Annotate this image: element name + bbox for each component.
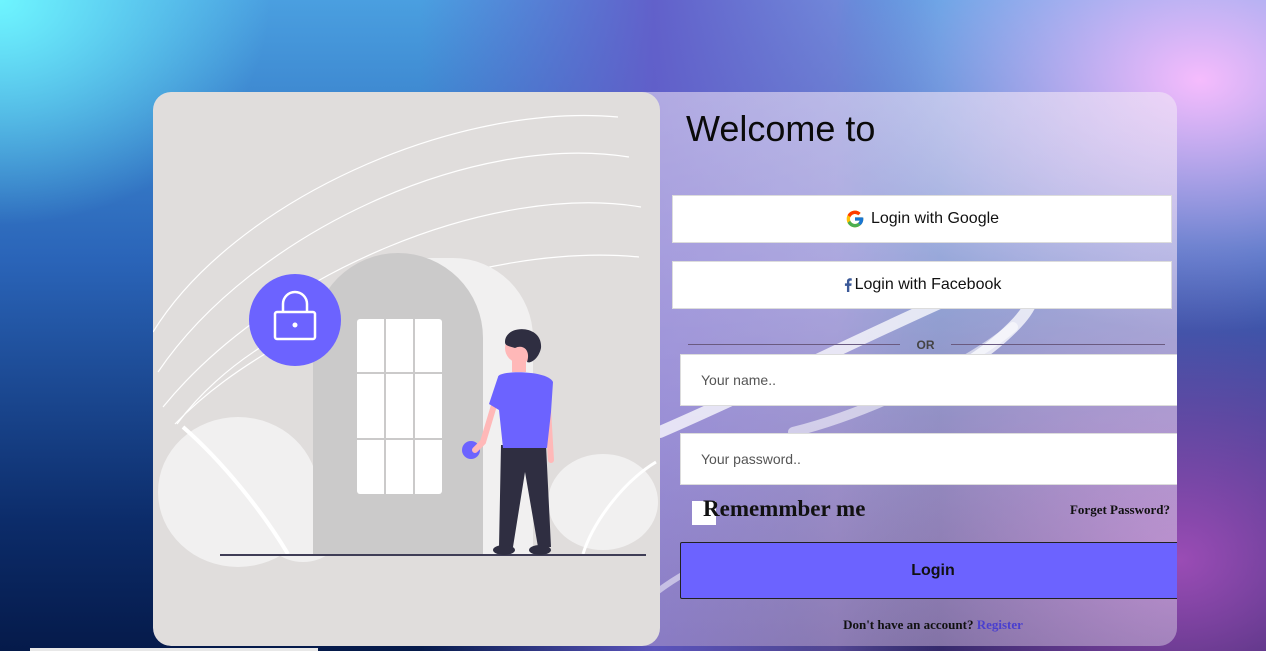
remember-me-label: Rememmber me <box>703 496 866 521</box>
page-title: Welcome to <box>686 108 876 149</box>
or-divider-text: OR <box>916 338 935 352</box>
google-button-label: Login with Google <box>870 210 1000 227</box>
facebook-button-label: Login with Facebook <box>854 276 1002 293</box>
or-divider: OR <box>688 338 1165 352</box>
login-button[interactable]: Login <box>680 542 1177 599</box>
facebook-icon <box>843 278 853 292</box>
register-prompt-text: Don't have an account? <box>843 617 974 632</box>
lock-icon <box>249 274 341 366</box>
name-input[interactable] <box>680 354 1177 406</box>
login-illustration <box>153 92 660 646</box>
login-with-google-button[interactable]: Login with Google <box>672 195 1172 243</box>
password-input[interactable] <box>680 433 1177 485</box>
forgot-password-link[interactable]: Forget Password? <box>1070 502 1170 518</box>
login-with-facebook-button[interactable]: Login with Facebook <box>672 261 1172 309</box>
illustration-art <box>153 114 658 567</box>
register-link[interactable]: Register <box>977 617 1023 632</box>
register-prompt: Don't have an account? Register <box>680 617 1177 633</box>
login-card: Welcome to Login with Google Login with … <box>153 92 1177 646</box>
google-icon <box>845 209 865 229</box>
